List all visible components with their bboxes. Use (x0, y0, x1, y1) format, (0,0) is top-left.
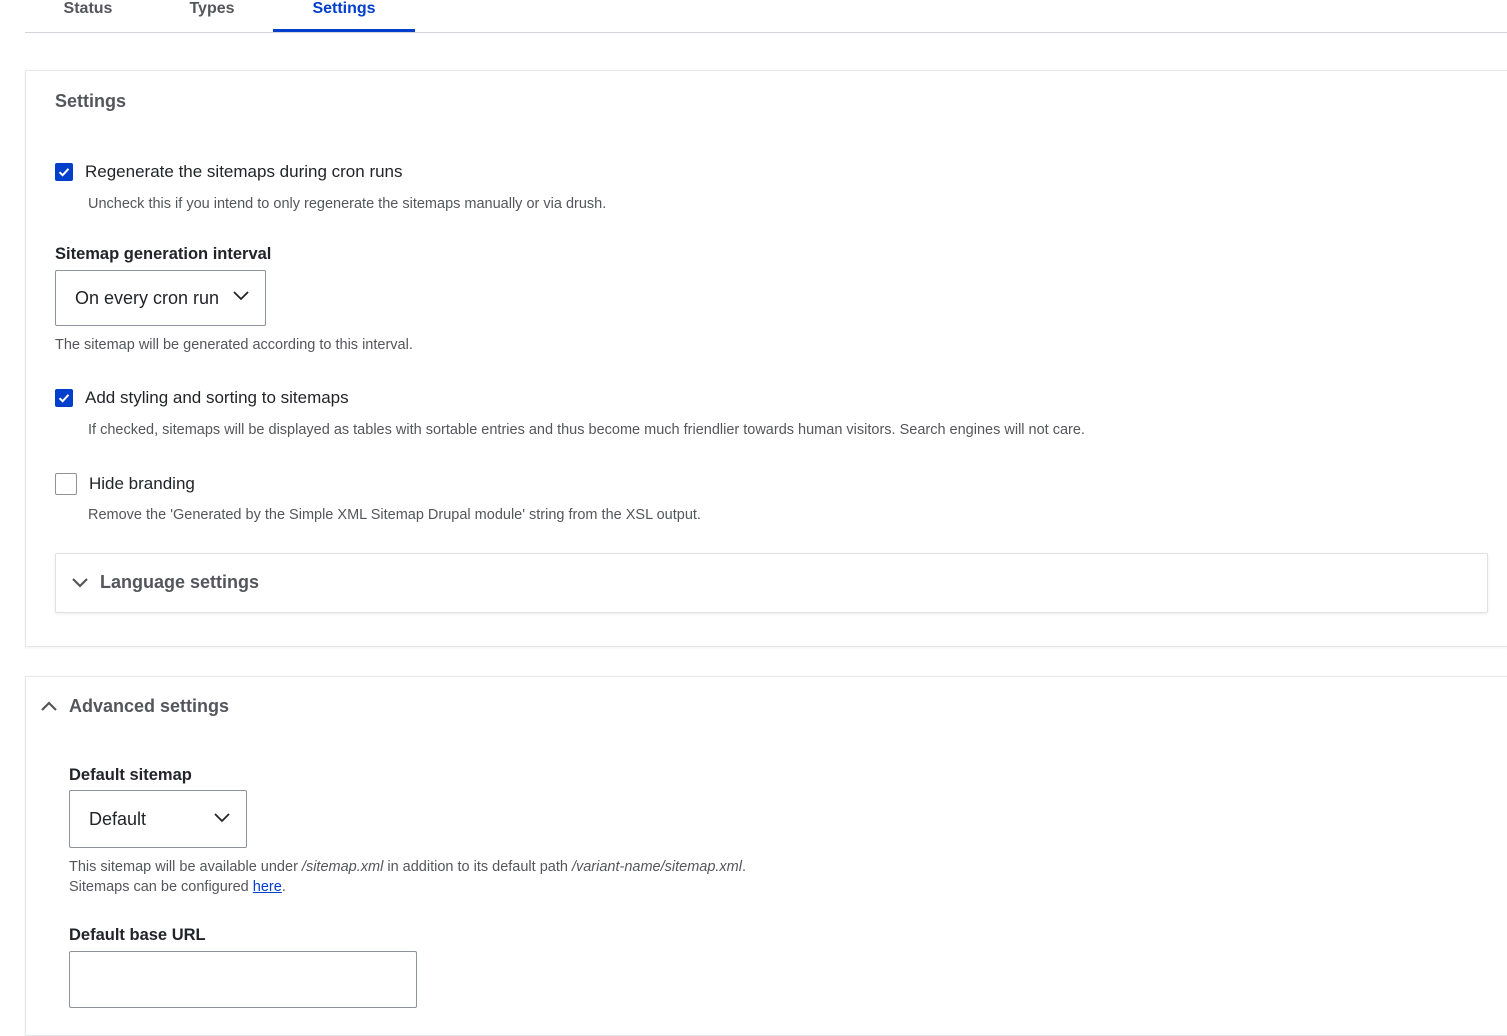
desc-text: Sitemaps can be configured (69, 879, 253, 895)
chevron-up-icon[interactable] (41, 700, 57, 712)
tab-types[interactable]: Types (176, 0, 248, 32)
settings-title: Settings (55, 91, 127, 111)
desc-path: /variant-name/sitemap.xml (571, 859, 742, 875)
advanced-settings-title[interactable]: Advanced settings (69, 696, 229, 717)
language-settings-summary: Language settings (100, 572, 260, 592)
branding-label[interactable]: Hide branding (89, 474, 195, 494)
chevron-down-icon (233, 291, 249, 301)
default-sitemap-label: Default sitemap (69, 766, 192, 784)
default-sitemap-value: Default (89, 808, 147, 829)
regenerate-description: Uncheck this if you intend to only regen… (88, 196, 607, 212)
advanced-settings-panel: Advanced settings Default sitemap Defaul… (25, 676, 1507, 1036)
desc-text: . (281, 879, 286, 895)
styling-description: If checked, sitemaps will be displayed a… (88, 422, 1085, 438)
desc-text: This sitemap will be available under (69, 859, 302, 875)
regenerate-row: Regenerate the sitemaps during cron runs (55, 162, 403, 182)
tab-settings[interactable]: Settings (273, 0, 415, 32)
desc-path: /sitemap.xml (301, 859, 384, 875)
checkmark-icon (58, 168, 70, 177)
language-settings-details[interactable]: Language settings (55, 553, 1488, 613)
settings-panel: Settings Regenerate the sitemaps during … (25, 70, 1507, 647)
interval-select[interactable]: On every cron run (55, 270, 266, 326)
desc-text: in addition to its default path (383, 859, 572, 875)
interval-value: On every cron run (75, 287, 220, 308)
default-sitemap-select[interactable]: Default (69, 790, 247, 848)
styling-row: Add styling and sorting to sitemaps (55, 388, 349, 408)
branding-row: Hide branding (55, 473, 195, 495)
default-sitemap-description: This sitemap will be available under /si… (69, 857, 746, 897)
desc-text: . (741, 859, 747, 875)
base-url-label: Default base URL (69, 926, 206, 944)
tab-status[interactable]: Status (50, 0, 126, 32)
chevron-down-icon (214, 813, 230, 823)
tab-bar: Status Types Settings (25, 0, 1507, 33)
interval-label: Sitemap generation interval (55, 245, 272, 263)
configure-here-link[interactable]: here (253, 879, 282, 895)
branding-checkbox[interactable] (55, 473, 77, 495)
branding-description: Remove the 'Generated by the Simple XML … (88, 507, 701, 523)
checkmark-icon (58, 394, 70, 403)
base-url-input[interactable] (69, 951, 417, 1008)
interval-description: The sitemap will be generated according … (55, 337, 413, 353)
styling-checkbox[interactable] (55, 389, 73, 407)
chevron-down-icon (72, 578, 88, 588)
regenerate-checkbox[interactable] (55, 163, 73, 181)
styling-label[interactable]: Add styling and sorting to sitemaps (85, 388, 349, 408)
regenerate-label[interactable]: Regenerate the sitemaps during cron runs (85, 162, 403, 182)
